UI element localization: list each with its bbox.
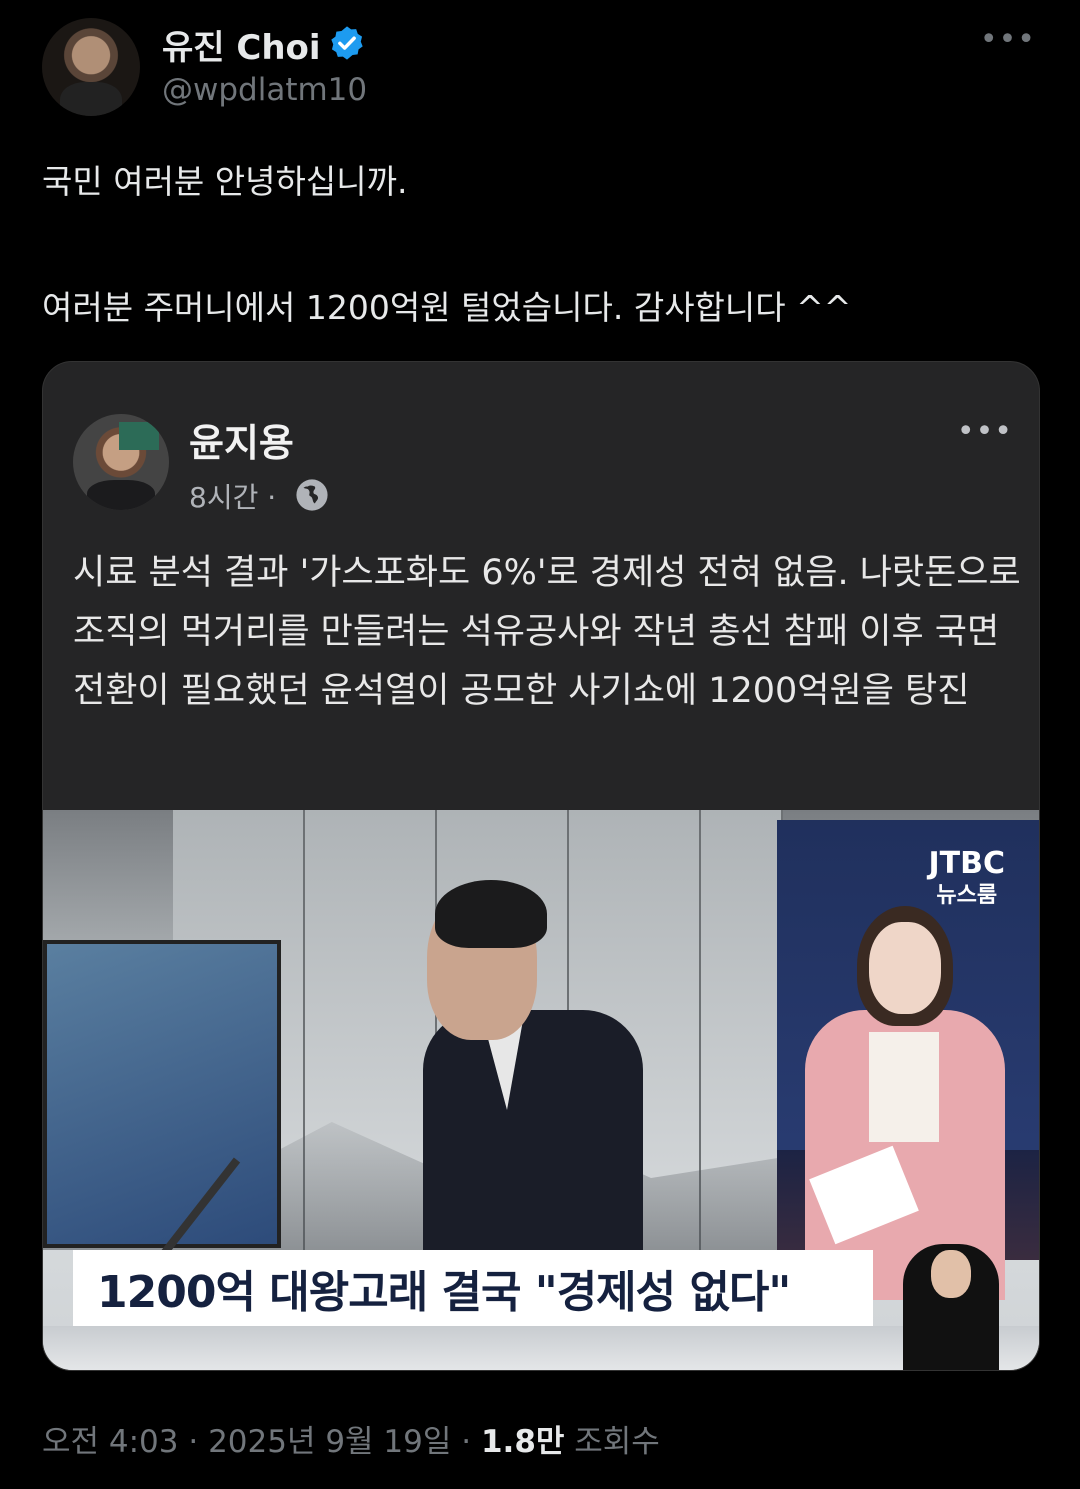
tweet-text-line-2: 여러분 주머니에서 1200억원 털었습니다. 감사합니다 ^^ [42, 288, 852, 327]
post-more-icon[interactable]: ••• [957, 414, 1013, 449]
more-horizontal-icon[interactable]: ••• [980, 22, 1036, 57]
jtbc-logo-text: JTBC [928, 846, 1005, 881]
newsroom-label: 뉴스룸 [936, 883, 998, 908]
speaker-hair [435, 880, 547, 948]
news-screenshot[interactable]: JTBC 뉴스룸 1200억 대왕고래 결국 "경제성 없다" [43, 810, 1039, 1370]
verified-badge-icon [331, 26, 363, 60]
user-handle[interactable]: @wpdlatm10 [162, 72, 367, 108]
tweet-footer: 오전 4:03 · 2025년 9월 19일 · 1.8만 조회수 [42, 1416, 660, 1461]
chyron-headline: 1200억 대왕고래 결국 "경제성 없다" [97, 1267, 791, 1318]
studio-screen [43, 940, 281, 1248]
post-time: 8시간 · [189, 481, 277, 514]
post-timestamp[interactable]: 오전 4:03 · 2025년 9월 19일 · [42, 1424, 481, 1460]
sign-language-interpreter [903, 1244, 999, 1370]
post-body-text: 시료 분석 결과 '가스포화도 6%'로 경제성 전혀 없음. 나랏돈으로 조직… [73, 553, 1021, 711]
anchor-face [869, 922, 941, 1014]
views-label: 조회수 [564, 1424, 660, 1460]
jtbc-logo: JTBC 뉴스룸 [928, 848, 1005, 912]
anchor-blouse [869, 1032, 939, 1142]
tweet-text-line-1: 국민 여러분 안녕하십니까. [42, 162, 408, 201]
embedded-post-card[interactable]: 윤지용 8시간 · ••• 시료 분석 결과 '가스포화도 6%'로 경제성 전… [42, 361, 1040, 1371]
globe-icon [296, 479, 328, 511]
display-name[interactable]: 유진 Choi [162, 20, 321, 69]
news-chyron: 1200억 대왕고래 결국 "경제성 없다" [73, 1250, 873, 1326]
tweet-text: 국민 여러분 안녕하십니까. 여러분 주머니에서 1200억원 털었습니다. 감… [42, 158, 1042, 332]
post-author-name[interactable]: 윤지용 [189, 412, 294, 467]
chyron-bar [43, 1326, 1039, 1370]
post-author-avatar[interactable] [73, 414, 169, 510]
profile-avatar[interactable] [42, 18, 140, 116]
views-count[interactable]: 1.8만 [481, 1424, 564, 1460]
